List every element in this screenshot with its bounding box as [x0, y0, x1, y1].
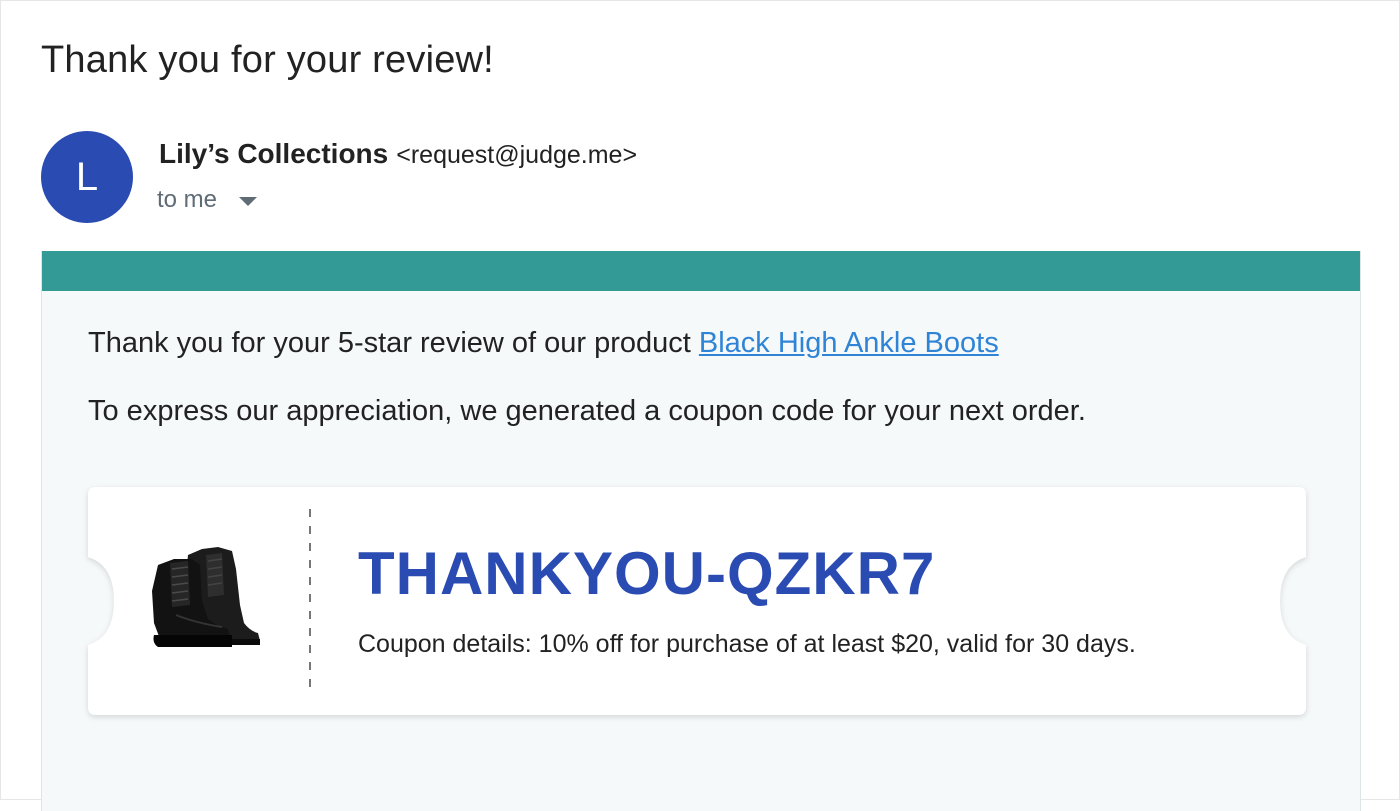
product-link[interactable]: Black High Ankle Boots: [699, 327, 999, 359]
black-ankle-boots-image: [152, 547, 260, 647]
sender-avatar[interactable]: L: [41, 131, 133, 223]
caret-down-icon[interactable]: [239, 197, 258, 206]
appreciation-text: To express our appreciation, we generate…: [88, 395, 1086, 427]
coupon-card: THANKYOU-QZKR7 Coupon details: 10% off f…: [88, 487, 1306, 715]
recipient-details-toggle[interactable]: to me: [157, 186, 258, 214]
avatar-letter: L: [75, 154, 99, 199]
sender-email[interactable]: <request@judge.me>: [396, 141, 637, 169]
review-thanks-prefix: Thank you for your 5-star review of our …: [88, 327, 699, 359]
email-subject: Thank you for your review!: [41, 39, 494, 81]
email-view: Thank you for your review! L Lily’s Coll…: [0, 0, 1400, 811]
sender-line: Lily’s Collections <request@judge.me>: [159, 138, 637, 170]
header-accent-bar: [42, 251, 1360, 291]
coupon-code[interactable]: THANKYOU-QZKR7: [358, 539, 935, 608]
review-thanks-text: Thank you for your 5-star review of our …: [88, 327, 999, 360]
email-message-body: Thank you for your 5-star review of our …: [41, 251, 1361, 811]
coupon-details: Coupon details: 10% off for purchase of …: [358, 630, 1136, 658]
recipient-label: to me: [157, 186, 218, 213]
sender-name[interactable]: Lily’s Collections: [159, 138, 388, 169]
